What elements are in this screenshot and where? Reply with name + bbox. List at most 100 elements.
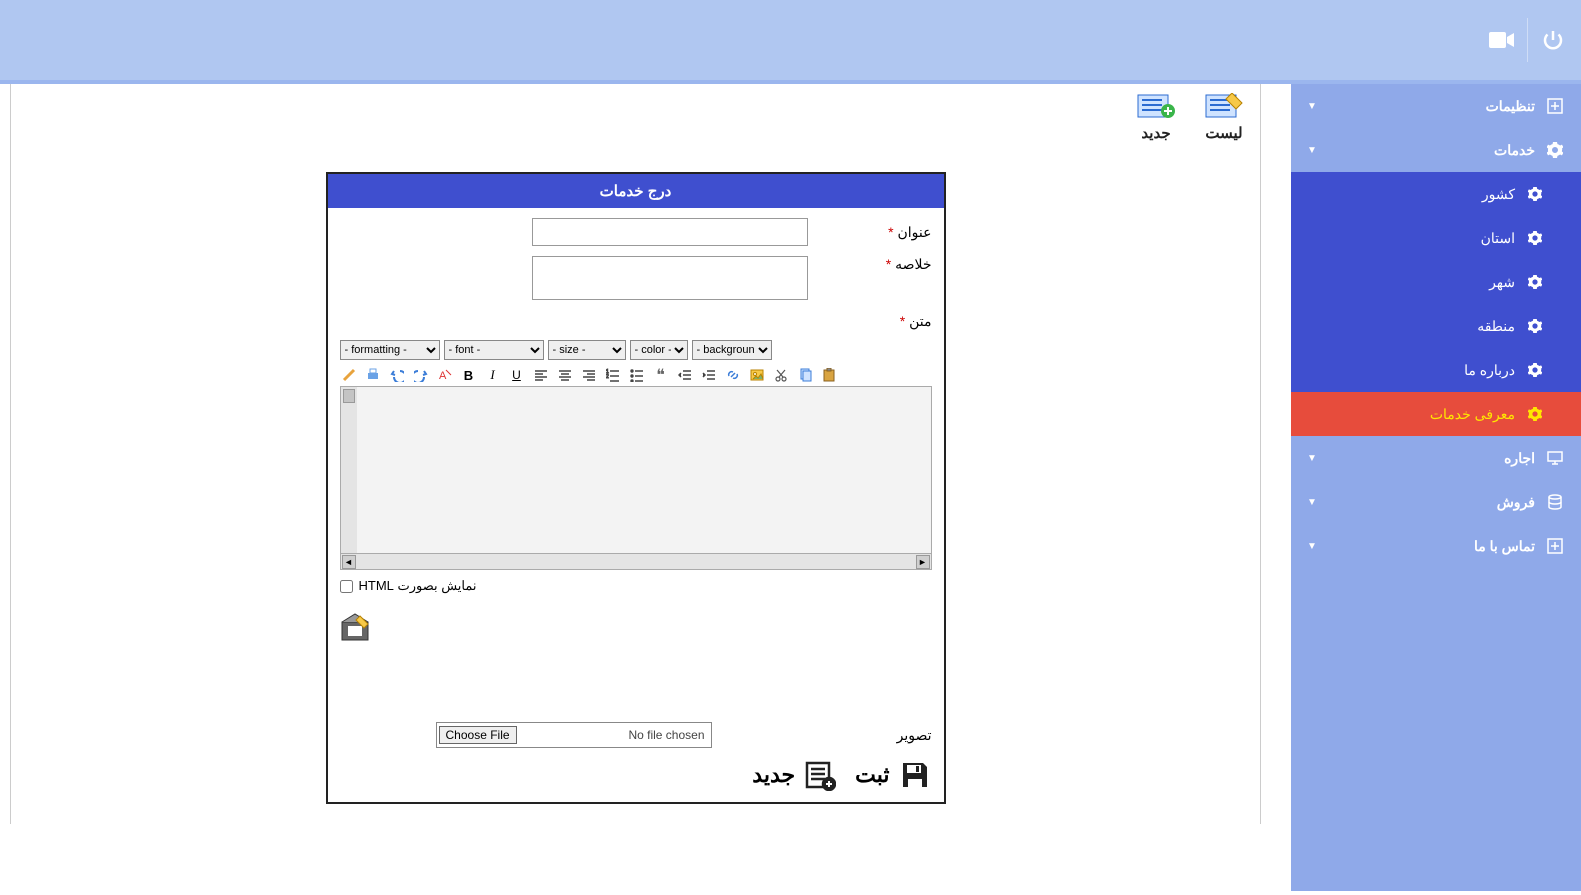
sidebar-item-city[interactable]: شهر <box>1291 260 1581 304</box>
sidebar-label: استان <box>1481 230 1515 247</box>
svg-text:2: 2 <box>606 374 609 380</box>
new-button[interactable]: جدید <box>752 758 837 792</box>
database-icon <box>1545 492 1565 512</box>
top-bar <box>0 0 1581 84</box>
indent-icon[interactable] <box>700 366 718 384</box>
select-color[interactable]: - color - <box>630 340 688 360</box>
redo-icon[interactable] <box>412 366 430 384</box>
svg-text:A: A <box>439 370 447 382</box>
unordered-list-icon[interactable] <box>628 366 646 384</box>
choose-file-button[interactable]: Choose File <box>439 726 517 744</box>
sidebar-item-about[interactable]: درباره ما <box>1291 348 1581 392</box>
draft-row <box>340 612 932 642</box>
scroll-right-icon[interactable]: ► <box>916 555 930 569</box>
vertical-scrollbar[interactable] <box>341 387 357 553</box>
align-center-icon[interactable] <box>556 366 574 384</box>
bold-icon[interactable]: B <box>460 366 478 384</box>
monitor-icon <box>1545 448 1565 468</box>
sidebar-label: معرفی خدمات <box>1430 406 1515 423</box>
power-icon[interactable] <box>1527 18 1571 62</box>
select-font[interactable]: - font - <box>444 340 544 360</box>
bottom-actions: ثبت جدید <box>340 758 932 792</box>
sidebar-item-province[interactable]: استان <box>1291 216 1581 260</box>
list-add-icon <box>803 758 837 792</box>
caret-down-icon: ▼ <box>1307 101 1317 112</box>
sidebar: تنظیمات ▼ خدمات ▼ کشور استان شهر منطقه د… <box>1291 84 1581 891</box>
align-right-icon[interactable] <box>580 366 598 384</box>
sidebar-item-settings[interactable]: تنظیمات ▼ <box>1291 84 1581 128</box>
row-title: عنوان * <box>340 218 932 246</box>
action-new[interactable]: جدید <box>1136 92 1176 142</box>
caret-down-icon: ▼ <box>1307 497 1317 508</box>
copy-icon[interactable] <box>796 366 814 384</box>
horizontal-scrollbar[interactable]: ◄ ► <box>340 554 932 570</box>
image-icon[interactable] <box>748 366 766 384</box>
outdent-icon[interactable] <box>676 366 694 384</box>
save-icon <box>898 758 932 792</box>
input-title[interactable] <box>532 218 808 246</box>
form-body: عنوان * خلاصه * متن * <box>328 208 944 802</box>
sidebar-label: تنظیمات <box>1486 98 1535 115</box>
label-image: تصویر <box>882 727 932 744</box>
clear-format-icon[interactable] <box>340 366 358 384</box>
paste-icon[interactable] <box>820 366 838 384</box>
editor-selects: - formatting - - font - - size - - color… <box>340 340 932 360</box>
save-draft-icon[interactable] <box>340 612 370 642</box>
row-image: تصویر Choose File No file chosen <box>340 722 932 748</box>
select-background[interactable]: - background - <box>692 340 772 360</box>
label-text: متن * <box>862 313 932 330</box>
action-label: جدید <box>1136 124 1176 142</box>
list-add-icon <box>1136 92 1176 120</box>
caret-down-icon: ▼ <box>1307 453 1317 464</box>
gear-icon <box>1525 360 1545 380</box>
sidebar-label: کشور <box>1482 186 1515 203</box>
link-icon[interactable] <box>724 366 742 384</box>
gear-icon <box>1545 140 1565 160</box>
ordered-list-icon[interactable]: 12 <box>604 366 622 384</box>
submit-button[interactable]: ثبت <box>855 758 931 792</box>
panel-title: درج خدمات <box>328 174 944 208</box>
submit-label: ثبت <box>855 762 889 788</box>
italic-icon[interactable]: I <box>484 366 502 384</box>
sidebar-item-contact[interactable]: تماس با ما ▼ <box>1291 524 1581 568</box>
label-title: عنوان * <box>862 224 932 241</box>
sidebar-item-services[interactable]: خدمات ▼ <box>1291 128 1581 172</box>
file-chosen-text: No file chosen <box>519 728 711 742</box>
input-summary[interactable] <box>532 256 808 300</box>
align-left-icon[interactable] <box>532 366 550 384</box>
sidebar-item-intro-services[interactable]: معرفی خدمات <box>1291 392 1581 436</box>
row-text-label: متن * <box>340 313 932 330</box>
file-chooser[interactable]: Choose File No file chosen <box>436 722 712 748</box>
sidebar-label: تماس با ما <box>1474 538 1535 555</box>
sidebar-label: خدمات <box>1494 142 1535 159</box>
gear-icon <box>1525 404 1545 424</box>
sidebar-label: منطقه <box>1477 318 1515 335</box>
sidebar-item-rent[interactable]: اجاره ▼ <box>1291 436 1581 480</box>
layout: تنظیمات ▼ خدمات ▼ کشور استان شهر منطقه د… <box>0 84 1581 891</box>
undo-icon[interactable] <box>388 366 406 384</box>
gear-icon <box>1525 272 1545 292</box>
select-size[interactable]: - size - <box>548 340 626 360</box>
underline-icon[interactable]: U <box>508 366 526 384</box>
print-icon[interactable] <box>364 366 382 384</box>
sidebar-label: اجاره <box>1504 450 1535 467</box>
plus-box-icon <box>1545 96 1565 116</box>
video-icon[interactable] <box>1477 18 1521 62</box>
html-view-toggle: نمایش بصورت HTML <box>340 578 932 594</box>
sidebar-item-region[interactable]: منطقه <box>1291 304 1581 348</box>
quote-icon[interactable]: ❝ <box>652 366 670 384</box>
editor-toolbar: A B I U 12 ❝ <box>340 364 932 386</box>
action-label: لیست <box>1204 124 1244 142</box>
select-formatting[interactable]: - formatting - <box>340 340 440 360</box>
remove-format-icon[interactable]: A <box>436 366 454 384</box>
sidebar-label: فروش <box>1497 494 1535 511</box>
sidebar-item-country[interactable]: کشور <box>1291 172 1581 216</box>
editor-textarea[interactable] <box>340 386 932 554</box>
cut-icon[interactable] <box>772 366 790 384</box>
sidebar-label: شهر <box>1489 274 1515 291</box>
action-list[interactable]: لیست <box>1204 92 1244 142</box>
checkbox-html-view[interactable] <box>340 580 353 593</box>
scroll-left-icon[interactable]: ◄ <box>342 555 356 569</box>
sidebar-item-sale[interactable]: فروش ▼ <box>1291 480 1581 524</box>
top-actions: لیست جدید <box>19 92 1252 142</box>
